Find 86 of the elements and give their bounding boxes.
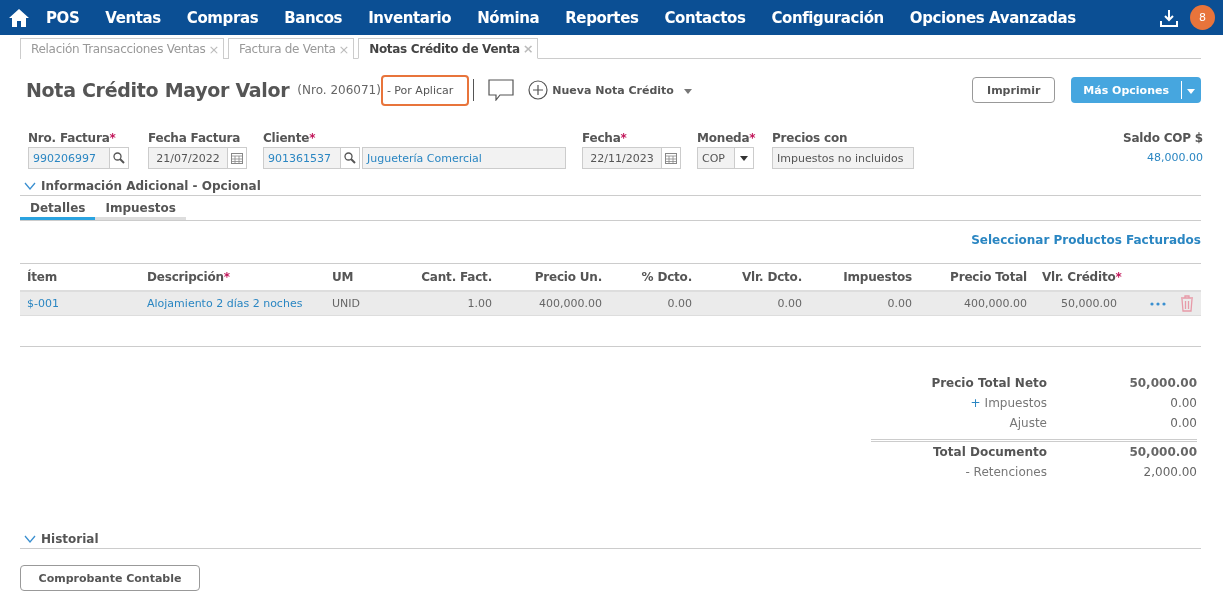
date-field[interactable]: 22/11/2023 <box>582 147 662 169</box>
dropdown-button[interactable] <box>734 147 754 169</box>
balance-value: 48,000.00 <box>1147 151 1203 164</box>
column-header: Descripción* <box>146 270 231 284</box>
client-name-field[interactable]: Juguetería Comercial <box>362 147 566 169</box>
table-cell[interactable]: $-001 <box>20 297 140 310</box>
table-cell-text: 0.00 <box>886 297 913 310</box>
table-cell-text: UNID <box>331 297 361 310</box>
calendar-button[interactable] <box>227 147 247 169</box>
client-id-field[interactable]: 901361537 <box>263 147 341 169</box>
caret-icon <box>740 155 748 161</box>
nav-menu-item[interactable]: Bancos <box>284 8 343 27</box>
plus-circle-icon <box>528 80 549 100</box>
prices-field[interactable]: Impuestos no incluidos <box>772 147 914 169</box>
nav-menu-item[interactable]: Nómina <box>477 8 540 27</box>
trash-icon[interactable] <box>1180 295 1194 312</box>
document-tab[interactable]: Notas Crédito de Venta × <box>358 38 539 59</box>
table-cell-text: 50,000.00 <box>1060 297 1118 310</box>
total-label: Precio Total Neto <box>930 376 1047 390</box>
caret-icon <box>1187 88 1195 94</box>
search-button[interactable] <box>109 147 129 169</box>
document-number: (Nro. 206071) <box>297 83 381 97</box>
column-header: Vlr. Dcto. <box>741 270 803 284</box>
nav-menu-item[interactable]: Compras <box>186 8 259 27</box>
section-toggle[interactable]: Historial <box>41 532 99 546</box>
table-cell-text: 400,000.00 <box>538 297 603 310</box>
total-value: 0.00 <box>1169 416 1197 430</box>
nav-menu-item[interactable]: Configuración <box>771 8 884 27</box>
field-label: Fecha Factura <box>148 131 242 145</box>
column-header: % Dcto. <box>640 270 693 284</box>
field-label: Cliente* <box>263 131 317 145</box>
calendar-icon <box>231 152 243 164</box>
total-value: 50,000.00 <box>1128 376 1197 390</box>
date-field[interactable]: 21/07/2022 <box>148 147 228 169</box>
total-label: - Retenciones <box>964 465 1047 479</box>
table-cell-text: 0.00 <box>776 297 803 310</box>
invoice-number-field[interactable]: 990206997 <box>28 147 110 169</box>
nav-menu-item[interactable]: Ventas <box>105 8 161 27</box>
currency-select[interactable]: COP <box>697 147 735 169</box>
more-icon[interactable] <box>1150 301 1166 306</box>
column-header: Cant. Fact. <box>420 270 493 284</box>
total-label: Ajuste <box>1008 416 1047 430</box>
nav-menu-item[interactable]: Inventario <box>368 8 452 27</box>
total-label: + Impuestos <box>969 396 1047 410</box>
column-header: Impuestos <box>842 270 913 284</box>
table-cell-text: 400,000.00 <box>963 297 1028 310</box>
calendar-button[interactable] <box>661 147 681 169</box>
page-title: Nota Crédito Mayor Valor <box>26 79 290 101</box>
total-value: 50,000.00 <box>1128 445 1197 459</box>
search-button[interactable] <box>340 147 360 169</box>
print-button[interactable]: Imprimir <box>972 77 1056 103</box>
table-cell-text: 0.00 <box>666 297 693 310</box>
new-credit-note-button[interactable]: Nueva Nota Crédito <box>528 80 692 100</box>
column-header: Precio Total <box>949 270 1028 284</box>
total-value: 2,000.00 <box>1142 465 1197 479</box>
chevron-icon[interactable] <box>24 182 36 190</box>
search-icon <box>113 152 125 164</box>
status-label: - Por Aplicar <box>380 74 470 106</box>
section-toggle[interactable]: Información Adicional - Opcional <box>41 179 261 193</box>
field-label: Nro. Factura* <box>28 131 117 145</box>
nav-menu-item[interactable]: Contactos <box>664 8 746 27</box>
field-label: Moneda* <box>697 131 757 145</box>
column-header: UM <box>331 270 355 284</box>
select-products-link[interactable]: Seleccionar Productos Facturados <box>971 233 1201 263</box>
comment-icon[interactable] <box>488 79 515 101</box>
calendar-icon <box>665 152 677 164</box>
detail-tab[interactable]: Impuestos <box>95 198 186 220</box>
accounting-voucher-button[interactable]: Comprobante Contable <box>20 565 200 591</box>
table-cell-text: 1.00 <box>466 297 493 310</box>
search-icon <box>344 152 356 164</box>
chevron-icon[interactable] <box>24 535 36 543</box>
field-label: Precios con <box>772 131 849 145</box>
column-header: Precio Un. <box>533 270 603 284</box>
nav-menu-item[interactable]: POS <box>46 8 80 27</box>
total-label: Total Documento <box>932 445 1047 459</box>
nav-menu-item[interactable]: Opciones Avanzadas <box>909 8 1076 27</box>
field-label: Fecha* <box>582 131 628 145</box>
caret-icon <box>683 88 692 94</box>
nav-menu-item[interactable]: Reportes <box>565 8 639 27</box>
column-header: Vlr. Crédito* <box>1041 270 1123 284</box>
download-icon[interactable] <box>1160 8 1178 27</box>
total-value: 0.00 <box>1169 396 1197 410</box>
column-header: Ítem <box>26 270 59 284</box>
detail-tab[interactable]: Detalles <box>20 198 96 220</box>
home-icon[interactable] <box>8 7 30 28</box>
balance-label: Saldo COP $ <box>1123 131 1203 145</box>
